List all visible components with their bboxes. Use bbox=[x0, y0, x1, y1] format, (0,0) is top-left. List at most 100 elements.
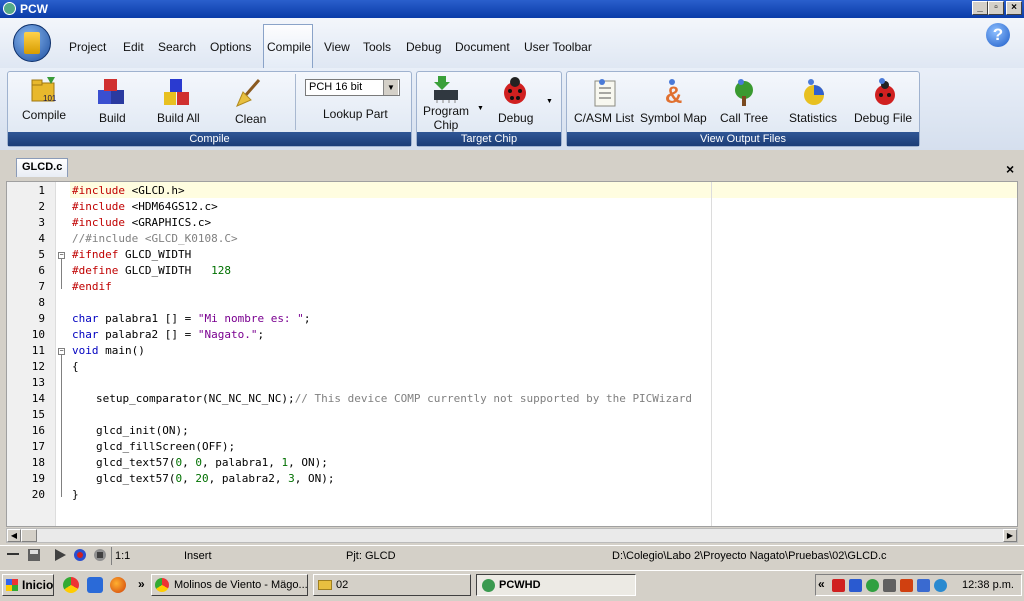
maximize-button[interactable]: ▫ bbox=[988, 1, 1004, 15]
close-file-icon[interactable]: × bbox=[1006, 161, 1014, 177]
task-chrome-window[interactable]: Molinos de Viento - Mägo... bbox=[151, 574, 308, 596]
code-token: GLCD_WIDTH bbox=[124, 264, 212, 277]
current-line-highlight bbox=[70, 182, 1017, 198]
tab-options[interactable]: Options bbox=[210, 40, 251, 54]
tray-icon-6[interactable] bbox=[917, 579, 930, 592]
quicklaunch-more-icon[interactable]: » bbox=[138, 577, 145, 591]
folder-icon bbox=[318, 580, 332, 590]
clean-broom-icon bbox=[236, 79, 261, 107]
code-line-7: #endif bbox=[72, 280, 112, 293]
minimize-button[interactable]: _ bbox=[972, 1, 988, 15]
ribbon-tabs-bar bbox=[0, 18, 1024, 68]
line-number: 4 bbox=[38, 232, 45, 245]
stop-icon[interactable] bbox=[92, 547, 108, 563]
code-token: GLCD_WIDTH bbox=[124, 248, 192, 261]
app-menu-book-icon bbox=[24, 32, 40, 54]
help-icon[interactable]: ? bbox=[986, 23, 1010, 47]
call-tree-button[interactable]: Call Tree bbox=[720, 111, 768, 125]
build-blocks-icon bbox=[98, 79, 124, 104]
tray-network-icon[interactable] bbox=[849, 579, 862, 592]
pcw-task-icon bbox=[482, 579, 495, 592]
chevron-down-icon[interactable]: ▼ bbox=[383, 80, 398, 95]
fold-guide bbox=[61, 259, 62, 289]
tab-view[interactable]: View bbox=[324, 40, 350, 54]
statistics-button[interactable]: Statistics bbox=[789, 111, 837, 125]
debug-button[interactable]: Debug bbox=[498, 111, 533, 125]
file-tab-glcd[interactable]: GLCD.c bbox=[16, 158, 68, 177]
windows-logo-icon bbox=[6, 579, 18, 591]
line-number: 6 bbox=[38, 264, 45, 277]
code-token: 3 bbox=[288, 472, 295, 485]
tray-icon-7[interactable] bbox=[934, 579, 947, 592]
clean-button[interactable]: Clean bbox=[235, 112, 266, 126]
code-line-5: #ifndef GLCD_WIDTH bbox=[72, 248, 191, 261]
code-token: #include bbox=[72, 216, 132, 229]
tray-icon-3[interactable] bbox=[866, 579, 879, 592]
compile-group-label: Compile bbox=[8, 132, 411, 146]
debug-file-button[interactable]: Debug File bbox=[854, 111, 912, 125]
tab-search[interactable]: Search bbox=[158, 40, 196, 54]
tray-icon-5[interactable] bbox=[900, 579, 913, 592]
firefox-icon[interactable] bbox=[110, 577, 126, 593]
file-path: D:\Colegio\Labo 2\Proyecto Nagato\Prueba… bbox=[612, 550, 887, 562]
compile-button[interactable]: Compile bbox=[22, 108, 66, 122]
code-token: , palabra1, bbox=[201, 456, 282, 469]
quicklaunch-app-icon[interactable] bbox=[87, 577, 103, 593]
statistics-pie-icon bbox=[804, 79, 824, 105]
line-number: 8 bbox=[38, 296, 45, 309]
edit-mode: Insert bbox=[184, 550, 212, 562]
editor-tab-bar bbox=[0, 150, 1024, 180]
symbol-map-icon: & bbox=[665, 79, 682, 108]
symbol-map-button[interactable]: Symbol Map bbox=[640, 111, 707, 125]
code-token: palabra1 [] = bbox=[98, 312, 198, 325]
scroll-thumb[interactable] bbox=[21, 529, 37, 542]
casm-list-button[interactable]: C/ASM List bbox=[574, 111, 634, 125]
build-button[interactable]: Build bbox=[99, 111, 126, 125]
svg-text:&: & bbox=[665, 82, 682, 108]
debug-file-icon bbox=[875, 78, 895, 105]
code-token: palabra2 [] = bbox=[98, 328, 198, 341]
line-number: 13 bbox=[31, 376, 45, 389]
lookup-part-button[interactable]: Lookup Part bbox=[323, 107, 388, 121]
code-token: #define bbox=[72, 264, 125, 277]
code-token: , ON); bbox=[288, 456, 328, 469]
fold-toggle-icon[interactable]: − bbox=[58, 348, 65, 355]
code-token: , bbox=[182, 456, 196, 469]
task-pcwhd[interactable]: PCWHD bbox=[476, 574, 636, 596]
chrome-icon[interactable] bbox=[63, 577, 79, 593]
debug-dropdown-icon[interactable]: ▼ bbox=[546, 98, 553, 105]
tray-expand-icon[interactable]: « bbox=[818, 577, 825, 591]
tray-icon-1[interactable] bbox=[832, 579, 845, 592]
code-token: #include bbox=[72, 200, 132, 213]
scroll-right-icon[interactable]: ▶ bbox=[1003, 529, 1017, 542]
code-token: #ifndef bbox=[72, 248, 125, 261]
tab-user-toolbar[interactable]: User Toolbar bbox=[524, 40, 592, 54]
record-icon[interactable] bbox=[72, 547, 88, 563]
tab-tools[interactable]: Tools bbox=[363, 40, 391, 54]
tray-volume-icon[interactable] bbox=[883, 579, 896, 592]
code-line-16: glcd_init(ON); bbox=[96, 424, 189, 437]
code-line-1: #include <GLCD.h> bbox=[72, 184, 185, 197]
save-icon[interactable] bbox=[26, 547, 42, 563]
play-icon[interactable] bbox=[52, 547, 68, 563]
program-chip-dropdown-icon[interactable]: ▼ bbox=[477, 105, 484, 112]
scroll-left-icon[interactable]: ◀ bbox=[7, 529, 21, 542]
build-all-button[interactable]: Build All bbox=[157, 111, 200, 125]
tab-edit[interactable]: Edit bbox=[123, 40, 144, 54]
code-token: "Nagato." bbox=[197, 328, 258, 341]
program-chip-button[interactable]: Program Chip bbox=[423, 104, 469, 132]
tab-project[interactable]: Project bbox=[69, 40, 106, 54]
line-number: 20 bbox=[31, 488, 45, 501]
horizontal-scrollbar[interactable] bbox=[6, 528, 1018, 543]
tab-document[interactable]: Document bbox=[455, 40, 510, 54]
code-token: main() bbox=[98, 344, 145, 357]
tab-compile[interactable]: Compile bbox=[267, 40, 311, 54]
tab-debug[interactable]: Debug bbox=[406, 40, 441, 54]
task-folder-02[interactable]: 02 bbox=[313, 574, 471, 596]
code-line-6: #define GLCD_WIDTH 128 bbox=[72, 264, 231, 277]
code-token: void bbox=[72, 344, 99, 357]
code-token: 128 bbox=[211, 264, 231, 277]
collapse-icon[interactable] bbox=[7, 553, 19, 555]
fold-toggle-icon[interactable]: − bbox=[58, 252, 65, 259]
close-window-button[interactable]: × bbox=[1006, 1, 1022, 15]
